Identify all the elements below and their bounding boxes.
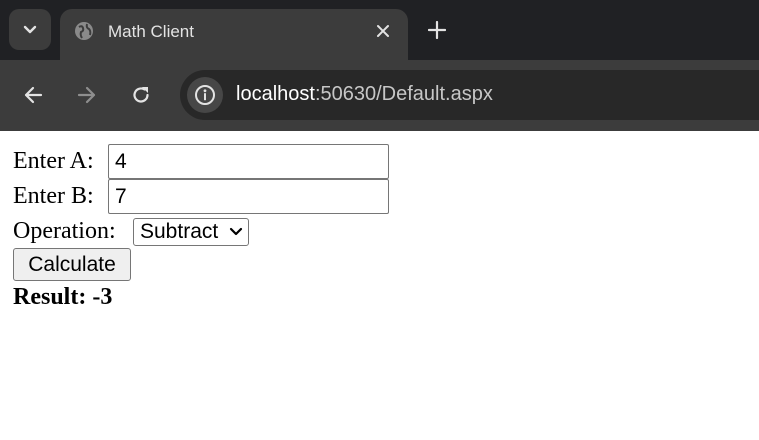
- browser-toolbar: localhost:50630/Default.aspx: [0, 60, 759, 131]
- result-value: -3: [92, 284, 113, 310]
- tab-search-button[interactable]: [9, 9, 51, 50]
- input-b-field[interactable]: 7: [108, 179, 389, 214]
- result-label: Result:: [13, 284, 87, 310]
- address-bar[interactable]: localhost:50630/Default.aspx: [180, 70, 759, 120]
- new-tab-button[interactable]: [426, 19, 448, 41]
- tab-title: Math Client: [108, 22, 194, 41]
- chevron-down-icon: [229, 227, 243, 236]
- close-icon: [377, 25, 389, 37]
- tab-close-button[interactable]: [372, 20, 394, 42]
- reload-button[interactable]: [129, 83, 153, 107]
- forward-button[interactable]: [75, 83, 99, 107]
- page-content: Enter A: 4 Enter B: 7 Operation: Subtrac…: [0, 131, 759, 440]
- result-text: Result: -3: [13, 284, 112, 311]
- input-a-field[interactable]: 4: [108, 144, 389, 179]
- tab-strip: Math Client: [0, 0, 759, 60]
- active-tab[interactable]: Math Client: [60, 9, 408, 60]
- chevron-down-icon: [23, 25, 37, 33]
- operation-select[interactable]: Subtract: [133, 218, 249, 246]
- calculate-button[interactable]: Calculate: [13, 248, 131, 281]
- plus-icon: [428, 21, 446, 39]
- url-text: localhost:50630/Default.aspx: [236, 83, 493, 106]
- reload-icon: [133, 87, 149, 103]
- site-info-button[interactable]: [187, 77, 223, 113]
- enter-a-label: Enter A:: [13, 148, 94, 174]
- back-arrow-icon: [24, 86, 43, 104]
- back-button[interactable]: [21, 83, 45, 107]
- url-host: localhost: [236, 83, 315, 105]
- operation-label: Operation:: [13, 218, 116, 244]
- globe-icon: [75, 22, 93, 40]
- forward-arrow-icon: [77, 86, 96, 104]
- operation-selected-value: Subtract: [140, 220, 219, 243]
- info-icon: [195, 85, 215, 105]
- enter-b-label: Enter B:: [13, 183, 94, 209]
- url-path: :50630/Default.aspx: [314, 83, 493, 105]
